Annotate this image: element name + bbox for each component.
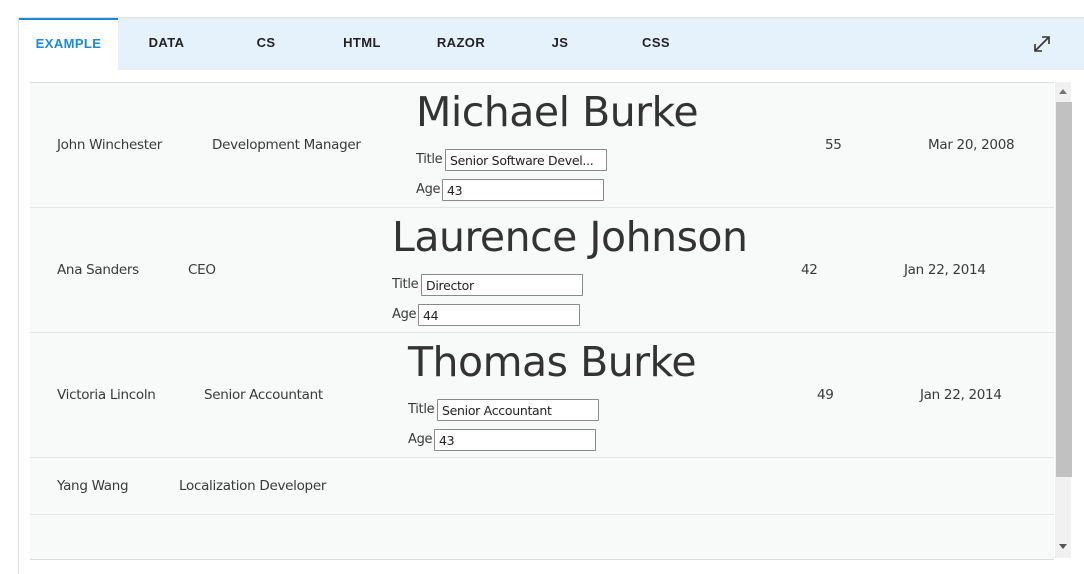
tab-example[interactable]: EXAMPLE [19,18,118,70]
detail-age-field: Age [392,304,580,326]
expand-icon[interactable] [1031,33,1053,55]
detail-age-label: Age [416,182,441,197]
detail-age-input[interactable] [442,179,604,201]
detail-age-field: Age [408,429,596,451]
detail-title-field: Title [416,149,607,171]
cell-hire-date: Jan 22, 2014 [920,387,1002,403]
cell-name: Victoria Lincoln [57,387,156,403]
detail-template: Michael Burke Title Age [416,88,699,201]
cell-hire-date: Mar 20, 2008 [928,137,1015,153]
scroll-up-icon[interactable] [1055,84,1071,100]
cell-age: 49 [817,387,834,403]
detail-age-label: Age [392,307,417,322]
detail-age-input[interactable] [418,304,580,326]
detail-name: Michael Burke [416,88,699,136]
cell-age: 42 [801,262,818,278]
table-row[interactable]: Yang Wang Localization Developer [30,458,1054,515]
tab-razor[interactable]: RAZOR [426,18,496,70]
cell-hire-date: Jan 22, 2014 [904,262,986,278]
cell-title: Localization Developer [179,478,327,494]
detail-title-input[interactable] [421,274,583,296]
detail-age-field: Age [416,179,604,201]
detail-age-input[interactable] [434,429,596,451]
vertical-scrollbar[interactable] [1055,82,1072,558]
detail-title-field: Title [408,399,599,421]
detail-title-input[interactable] [445,149,607,171]
detail-title-label: Title [408,402,435,417]
detail-title-label: Title [416,152,443,167]
tab-cs[interactable]: CS [241,18,291,70]
detail-template: Thomas Burke Title Age [408,338,697,451]
sample-viewer: EXAMPLE DATA CS HTML RAZOR JS CSS John W… [18,17,1084,574]
cell-name: Ana Sanders [57,262,139,278]
detail-template: Laurence Johnson Title Age [392,213,748,326]
scrollbar-thumb[interactable] [1056,102,1072,477]
tab-data[interactable]: DATA [129,18,204,70]
detail-title-field: Title [392,274,583,296]
cell-title: CEO [188,262,216,278]
tab-html[interactable]: HTML [332,18,392,70]
cell-age: 55 [825,137,842,153]
table-row[interactable]: Victoria Lincoln Senior Accountant Thoma… [30,333,1054,458]
scroll-down-icon[interactable] [1055,538,1071,554]
tab-bar: EXAMPLE DATA CS HTML RAZOR JS CSS [19,18,1084,70]
detail-name: Laurence Johnson [392,213,748,261]
cell-title: Development Manager [212,137,361,153]
cell-name: Yang Wang [57,478,129,494]
tab-js[interactable]: JS [541,18,579,70]
tab-css[interactable]: CSS [633,18,679,70]
detail-name: Thomas Burke [408,338,697,386]
table-row[interactable]: John Winchester Development Manager Mich… [30,83,1054,208]
detail-title-label: Title [392,277,419,292]
table-row[interactable]: Ana Sanders CEO Laurence Johnson Title A… [30,208,1054,333]
detail-age-label: Age [408,432,433,447]
grid[interactable]: John Winchester Development Manager Mich… [30,82,1054,560]
cell-name: John Winchester [57,137,162,153]
cell-title: Senior Accountant [204,387,323,403]
detail-title-input[interactable] [437,399,599,421]
